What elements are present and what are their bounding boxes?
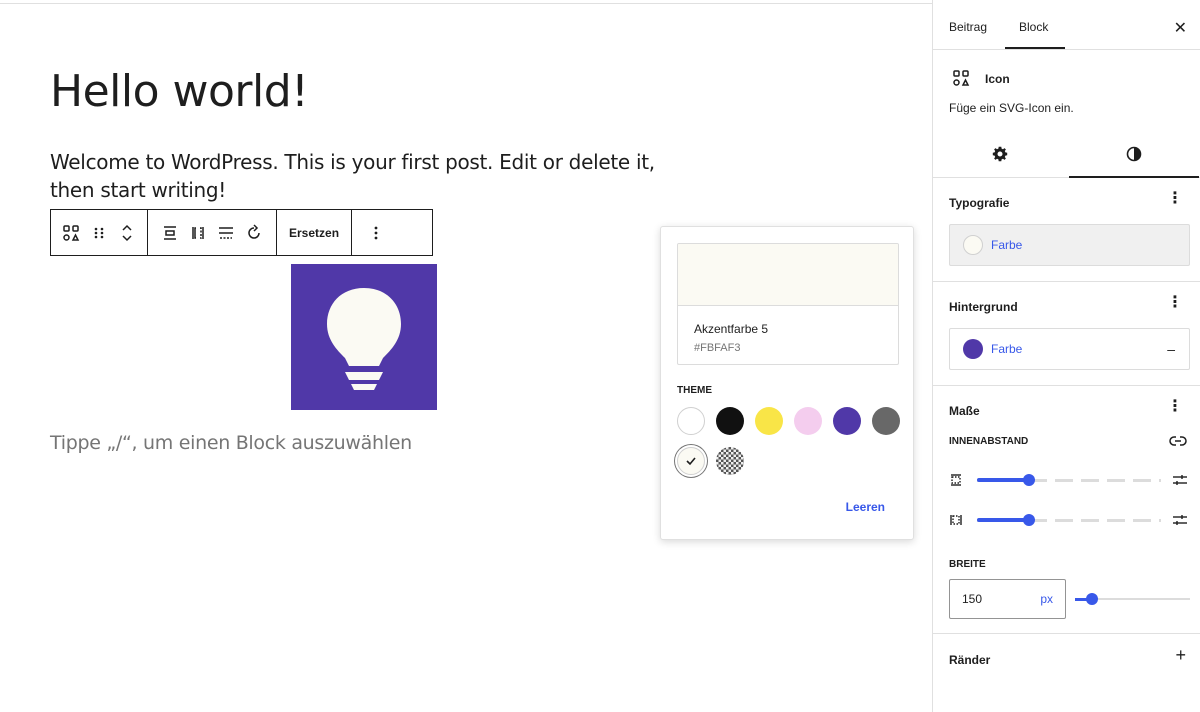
lightbulb-icon bbox=[327, 288, 401, 390]
text-color-dot bbox=[963, 235, 983, 255]
borders-title: Ränder bbox=[949, 653, 991, 667]
justify-icon[interactable] bbox=[184, 210, 212, 255]
color-preview-swatch bbox=[678, 244, 898, 306]
close-icon[interactable]: ✕ bbox=[1174, 18, 1187, 38]
tab-post[interactable]: Beitrag bbox=[949, 20, 987, 34]
color-picker-popover: Akzentfarbe 5 #FBFAF3 THEME Leeren bbox=[660, 226, 914, 540]
width-label: BREITE bbox=[949, 559, 986, 570]
color-preview[interactable]: Akzentfarbe 5 #FBFAF3 bbox=[677, 243, 899, 365]
padding-horizontal-control bbox=[949, 510, 1190, 530]
text-color-control[interactable]: Farbe bbox=[949, 224, 1190, 266]
padding-horizontal-settings-icon[interactable] bbox=[1172, 513, 1188, 527]
add-border-icon[interactable]: + bbox=[1175, 645, 1186, 666]
reset-background-icon[interactable]: – bbox=[1167, 341, 1175, 357]
swatch-pink[interactable] bbox=[794, 407, 822, 435]
editor-canvas: Hello world! Welcome to WordPress. This … bbox=[0, 0, 932, 712]
swatch-black[interactable] bbox=[716, 407, 744, 435]
background-color-control[interactable]: Farbe – bbox=[949, 328, 1190, 370]
color-hex: #FBFAF3 bbox=[694, 342, 741, 354]
rotate-icon[interactable] bbox=[240, 210, 268, 255]
color-name: Akzentfarbe 5 bbox=[694, 322, 769, 336]
move-up-down-icon[interactable] bbox=[113, 210, 141, 255]
block-name: Icon bbox=[985, 72, 1010, 86]
active-tab-indicator bbox=[1005, 47, 1065, 49]
toolbar-group-block bbox=[51, 210, 148, 255]
swatch-white[interactable] bbox=[677, 407, 705, 435]
text-color-label: Farbe bbox=[991, 238, 1023, 252]
typography-options-icon[interactable]: ⋮ bbox=[1167, 191, 1183, 207]
icon-block[interactable] bbox=[291, 264, 437, 410]
toolbar-group-align bbox=[148, 210, 277, 255]
background-title: Hintergrund bbox=[949, 300, 1018, 314]
theme-palette-label: THEME bbox=[677, 385, 712, 396]
dimensions-options-icon[interactable]: ⋮ bbox=[1167, 399, 1183, 415]
replace-button[interactable]: Ersetzen bbox=[277, 210, 351, 255]
block-icon bbox=[953, 70, 970, 86]
width-input[interactable]: 150 px bbox=[949, 579, 1066, 619]
swatch-pattern[interactable] bbox=[716, 447, 744, 475]
padding-vertical-slider[interactable] bbox=[1023, 474, 1035, 486]
width-slider[interactable] bbox=[1086, 593, 1098, 605]
padding-vertical-icon bbox=[951, 474, 961, 486]
block-description: Füge ein SVG-Icon ein. bbox=[949, 101, 1074, 115]
settings-style-tabs bbox=[933, 130, 1200, 178]
background-color-dot bbox=[963, 339, 983, 359]
block-type-icon[interactable] bbox=[57, 210, 85, 255]
checkmark-icon bbox=[686, 457, 696, 466]
padding-horizontal-slider[interactable] bbox=[1023, 514, 1035, 526]
padding-horizontal-fill bbox=[977, 518, 1027, 522]
padding-vertical-control bbox=[949, 470, 1190, 490]
padding-vertical-fill bbox=[977, 478, 1027, 482]
align-center-icon[interactable] bbox=[156, 210, 184, 255]
tab-settings[interactable] bbox=[933, 130, 1067, 178]
dimensions-title: Maße bbox=[949, 404, 980, 418]
width-unit-select[interactable]: px bbox=[1040, 592, 1053, 606]
block-toolbar: Ersetzen bbox=[50, 209, 433, 256]
toolbar-group-replace: Ersetzen bbox=[277, 210, 353, 255]
typography-panel: Typografie ⋮ Farbe bbox=[933, 178, 1200, 282]
padding-horizontal-icon bbox=[950, 515, 962, 525]
background-options-icon[interactable]: ⋮ bbox=[1167, 295, 1183, 311]
gear-icon bbox=[992, 146, 1008, 162]
settings-sidebar: Beitrag Block ✕ Icon Füge ein SVG-Icon e… bbox=[932, 0, 1200, 712]
more-options-icon[interactable] bbox=[362, 210, 390, 255]
padding-vertical-settings-icon[interactable] bbox=[1172, 473, 1188, 487]
clear-color-button[interactable]: Leeren bbox=[846, 500, 885, 514]
link-icon[interactable] bbox=[1169, 434, 1187, 448]
width-icon[interactable] bbox=[212, 210, 240, 255]
post-title[interactable]: Hello world! bbox=[50, 66, 309, 117]
width-slider-track bbox=[1091, 598, 1190, 600]
contrast-icon bbox=[1126, 146, 1142, 162]
tab-styles[interactable] bbox=[1067, 130, 1200, 178]
block-appender-placeholder[interactable]: Tippe „/“, um einen Block auszuwählen bbox=[50, 432, 412, 454]
swatch-yellow[interactable] bbox=[755, 407, 783, 435]
toolbar-group-options bbox=[352, 210, 400, 255]
sidebar-tabs: Beitrag Block ✕ bbox=[933, 0, 1200, 50]
drag-handle-icon[interactable] bbox=[85, 210, 113, 255]
swatch-purple[interactable] bbox=[833, 407, 861, 435]
background-color-label: Farbe bbox=[991, 342, 1023, 356]
swatch-accent-5[interactable] bbox=[677, 447, 705, 475]
borders-panel: Ränder bbox=[933, 634, 1200, 712]
width-value[interactable]: 150 bbox=[962, 592, 982, 606]
swatch-gray[interactable] bbox=[872, 407, 900, 435]
padding-label: INNENABSTAND bbox=[949, 436, 1029, 447]
background-panel: Hintergrund ⋮ Farbe – bbox=[933, 282, 1200, 386]
typography-title: Typografie bbox=[949, 196, 1010, 210]
post-paragraph[interactable]: Welcome to WordPress. This is your first… bbox=[50, 148, 690, 204]
tab-block[interactable]: Block bbox=[1019, 20, 1048, 34]
